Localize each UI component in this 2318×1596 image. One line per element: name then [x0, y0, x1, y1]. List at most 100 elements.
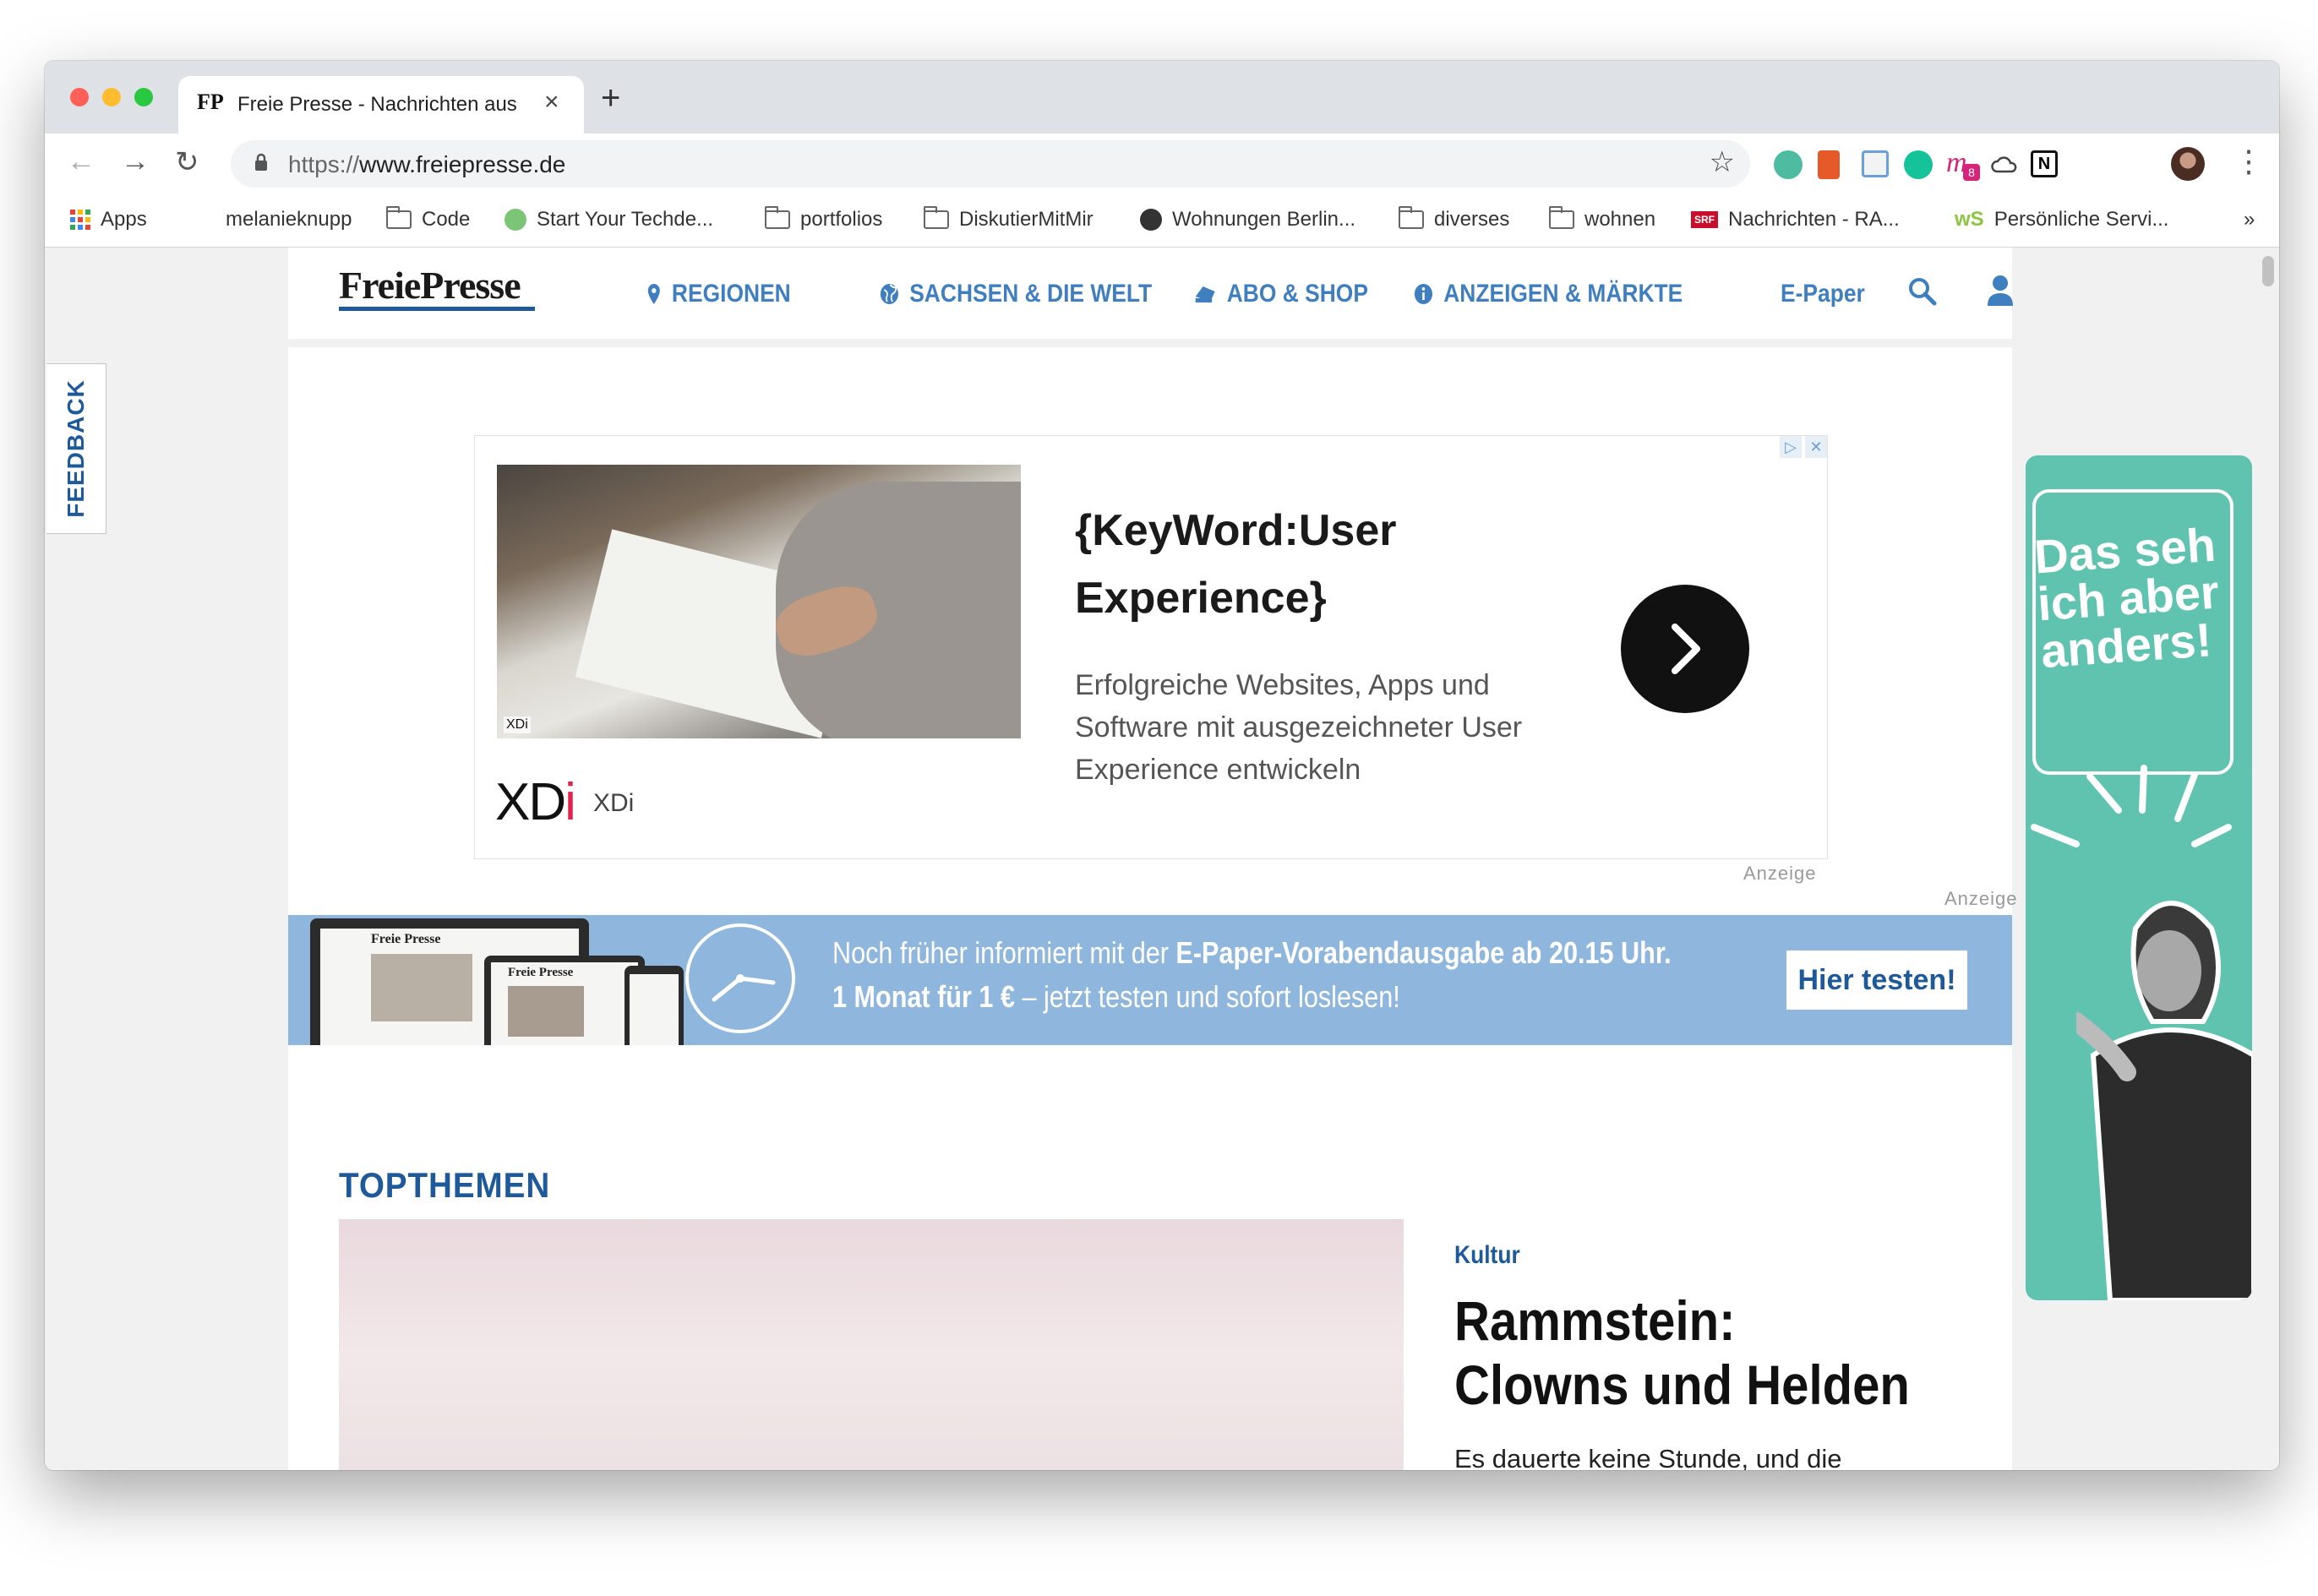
bookmarks-overflow-button[interactable]: »: [2244, 208, 2255, 232]
url-host: www.freiepresse.de: [359, 151, 566, 177]
ad-image-tag: XDi: [504, 716, 531, 733]
scrollbar-thumb[interactable]: [2262, 256, 2274, 286]
folder-icon: [1399, 206, 1424, 229]
grammarly-icon[interactable]: [1904, 150, 1933, 179]
tablet-device: Freie Presse: [484, 956, 645, 1045]
minimize-window-button[interactable]: [102, 88, 121, 106]
device-masthead: Freie Presse: [371, 932, 441, 946]
folder-icon: [765, 206, 790, 229]
bookmark-item[interactable]: diverses: [1399, 206, 1509, 232]
nav-anzeigen-maerkte[interactable]: ANZEIGEN & MÄRKTE: [1414, 280, 1683, 308]
article-category[interactable]: Kultur: [1454, 1241, 1520, 1270]
ad-headline[interactable]: {KeyWord:User Experience}: [1075, 497, 1464, 632]
article-hero-image[interactable]: [339, 1219, 1404, 1470]
banner-line-2: 1 Monat für 1 € – jetzt testen und sofor…: [832, 979, 1400, 1015]
ad-brand-logo: XDi: [495, 772, 576, 832]
url-text: https://www.freiepresse.de: [288, 151, 565, 178]
tab-close-icon[interactable]: ×: [544, 88, 559, 117]
office-extension-icon[interactable]: [1818, 150, 1840, 179]
device-masthead: Freie Presse: [508, 966, 574, 979]
bookmark-item[interactable]: Wohnungen Berlin...: [1140, 208, 1355, 232]
burst-lines: [2031, 765, 2232, 847]
chevron-right-icon: [1672, 624, 1700, 674]
nav-label: REGIONEN: [671, 280, 791, 308]
ad-choices[interactable]: ▷ ✕: [1776, 436, 1827, 460]
profile-avatar[interactable]: [2171, 147, 2205, 181]
extension-round-icon[interactable]: [1774, 150, 1803, 179]
logo-underline: [339, 307, 535, 311]
forward-button[interactable]: →: [121, 145, 150, 178]
url-scheme: https://: [288, 151, 360, 177]
ad-description: Erfolgreiche Websites, Apps und Software…: [1075, 669, 1523, 786]
bookmark-label: Persönliche Servi...: [1993, 208, 2169, 231]
maximize-window-button[interactable]: [134, 88, 153, 106]
ad-brand-logo-xd: XD: [495, 773, 566, 831]
banner-line-1: Noch früher informiert mit der E-Paper-V…: [832, 935, 1672, 971]
bookmark-item[interactable]: SRF Nachrichten - RA...: [1691, 208, 1900, 232]
globe-icon: [1140, 209, 1162, 231]
bookmark-label: wohnen: [1584, 208, 1656, 231]
ws-icon: wS: [1955, 208, 1984, 231]
folder-icon: [386, 206, 412, 229]
nav-abo-shop[interactable]: ABO & SHOP: [1194, 280, 1368, 308]
page-viewport[interactable]: FEEDBACK FreiePresse REGIONEN SACHSEN & …: [45, 248, 2279, 1470]
feedback-tab[interactable]: FEEDBACK: [46, 363, 106, 534]
extension-badge: 8: [1963, 164, 1980, 181]
user-account-icon[interactable]: [1987, 275, 2014, 307]
bookmark-item[interactable]: Code: [386, 206, 471, 232]
phone-device: [624, 966, 684, 1045]
clock-face: [712, 974, 776, 1002]
reload-button[interactable]: ↻: [175, 145, 199, 179]
bookmark-item[interactable]: melanieknupp: [226, 208, 352, 232]
close-window-button[interactable]: [70, 88, 89, 106]
page-content: FreiePresse REGIONEN SACHSEN & DIE WELT …: [288, 248, 2017, 1470]
ad-close-icon[interactable]: ✕: [1805, 436, 1827, 458]
back-button[interactable]: ←: [67, 145, 95, 178]
bookmark-label: melanieknupp: [226, 208, 352, 231]
ad-image[interactable]: XDi: [497, 465, 1021, 738]
epaper-promo-banner[interactable]: Freie Presse Freie Presse Noch früher in…: [288, 915, 2012, 1045]
bookmark-label: Nachrichten - RA...: [1728, 208, 1900, 231]
bookmark-label: DiskutierMitMir: [959, 208, 1094, 231]
site-logo[interactable]: FreiePresse: [339, 263, 521, 308]
epaper-link[interactable]: E-Paper: [1781, 280, 1865, 308]
article-title[interactable]: Rammstein: Clowns und Helden: [1454, 1288, 1916, 1417]
bookmark-star-icon[interactable]: ☆: [1710, 145, 1735, 179]
bookmark-item[interactable]: wohnen: [1549, 206, 1656, 232]
browser-tab[interactable]: FP Freie Presse - Nachrichten aus ×: [178, 76, 584, 133]
side-advertisement[interactable]: Das seh ich aber anders!: [2026, 455, 2252, 1300]
nav-sachsen-welt[interactable]: SACHSEN & DIE WELT: [880, 280, 1152, 308]
ad-arrow-button[interactable]: [1621, 585, 1749, 713]
device-photo: [508, 986, 584, 1037]
m-extension-icon[interactable]: m8: [1946, 149, 1980, 181]
advertisement[interactable]: ▷ ✕ XDi {KeyWord:User Experience} Erfolg…: [474, 435, 1828, 859]
hier-testen-button[interactable]: Hier testen!: [1786, 951, 1967, 1010]
adchoices-icon[interactable]: ▷: [1780, 436, 1802, 458]
search-icon[interactable]: [1907, 276, 1938, 307]
nav-regionen[interactable]: REGIONEN: [646, 280, 791, 308]
bookmark-item[interactable]: wS Persönliche Servi...: [1955, 208, 2168, 232]
new-tab-button[interactable]: +: [601, 79, 620, 117]
bookmark-item[interactable]: portfolios: [765, 206, 883, 232]
ad-brand-name: XDi: [593, 789, 635, 817]
browser-menu-button[interactable]: ⋮: [2233, 144, 2264, 179]
bookmark-item[interactable]: Start Your Techde...: [505, 208, 713, 232]
ext-red-badge-icon[interactable]: [1862, 150, 1889, 177]
article-teaser[interactable]: Es dauerte keine Stunde, und die Rammste…: [1454, 1439, 1978, 1470]
bookmark-label: Code: [422, 208, 471, 231]
bookmark-label: portfolios: [800, 208, 883, 231]
cart-icon: [1195, 286, 1215, 302]
notion-icon[interactable]: N: [2031, 150, 2058, 177]
device-photo: [371, 954, 472, 1021]
address-bar[interactable]: https://www.freiepresse.de ☆: [231, 140, 1750, 188]
srf-icon: SRF: [1691, 211, 1718, 228]
apps-grid-icon: [70, 210, 90, 230]
tab-strip: FP Freie Presse - Nachrichten aus × +: [45, 61, 2279, 133]
lock-icon: [255, 153, 267, 171]
globe-icon: [880, 284, 898, 304]
bookmarks-bar: Apps melanieknupp Code Start Your Techde...…: [45, 196, 2279, 248]
location-pin-icon: [647, 284, 660, 304]
cloud-icon[interactable]: [1990, 150, 2019, 179]
bookmark-item[interactable]: DiskutierMitMir: [924, 206, 1094, 232]
bookmark-item[interactable]: Apps: [70, 208, 147, 232]
